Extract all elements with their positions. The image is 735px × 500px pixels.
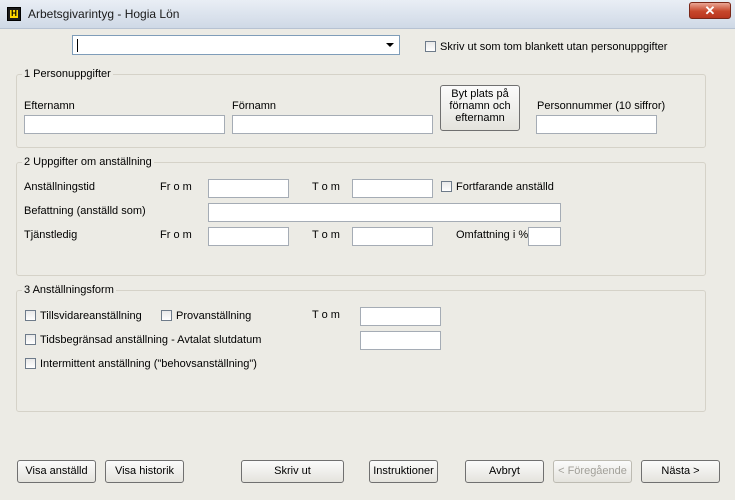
efternamn-label: Efternamn <box>24 100 75 112</box>
chevron-down-icon[interactable] <box>386 43 394 47</box>
visa-anstalld-label: Visa anställd <box>25 465 88 477</box>
tidsbegransad-checkbox[interactable] <box>25 334 36 345</box>
personuppgifter-title: 1 Personuppgifter <box>22 68 113 80</box>
nasta-button[interactable]: Nästa > <box>641 460 720 483</box>
slutdatum-input[interactable] <box>360 331 441 350</box>
skriv-ut-button[interactable]: Skriv ut <box>241 460 344 483</box>
skriv-ut-label: Skriv ut <box>274 465 311 477</box>
anstallningstid-label: Anställningstid <box>24 181 95 193</box>
from-label: Fr o m <box>160 181 192 193</box>
app-icon-letter: H <box>10 9 18 18</box>
employee-combobox[interactable] <box>72 35 400 55</box>
text-caret <box>77 39 78 52</box>
swap-button-line-1: Byt plats på <box>451 88 509 100</box>
tjanstledig-label: Tjänstledig <box>24 229 78 241</box>
visa-historik-button[interactable]: Visa historik <box>105 460 184 483</box>
tjanstledig-from-label: Fr o m <box>160 229 192 241</box>
provanstallning-checkbox[interactable] <box>161 310 172 321</box>
anstallning-title: 2 Uppgifter om anställning <box>22 156 154 168</box>
swap-button-line-2: förnamn och <box>449 100 511 112</box>
visa-historik-label: Visa historik <box>114 465 175 477</box>
tjanstledig-tom-label: T o m <box>312 229 340 241</box>
omfattning-label: Omfattning i % <box>456 229 529 241</box>
foregaende-label: < Föregående <box>558 465 627 477</box>
avbryt-label: Avbryt <box>489 465 520 477</box>
fortfarande-label: Fortfarande anställd <box>456 181 554 193</box>
befattning-label: Befattning (anställd som) <box>24 205 146 217</box>
nasta-label: Nästa > <box>661 465 700 477</box>
anstallningstid-tom-input[interactable] <box>352 179 433 198</box>
blank-form-checkbox[interactable] <box>425 41 436 52</box>
visa-anstalld-button[interactable]: Visa anställd <box>17 460 96 483</box>
window-title: Arbetsgivarintyg - Hogia Lön <box>28 7 180 21</box>
prov-tom-label: T o m <box>312 309 340 321</box>
tom-label: T o m <box>312 181 340 193</box>
tjanstledig-from-input[interactable] <box>208 227 289 246</box>
omfattning-input[interactable] <box>528 227 561 246</box>
provanstallning-label: Provanställning <box>176 310 252 322</box>
intermittent-checkbox[interactable] <box>25 358 36 369</box>
title-bar: H Arbetsgivarintyg - Hogia Lön ✕ <box>0 0 735 29</box>
avbryt-button[interactable]: Avbryt <box>465 460 544 483</box>
tillsvidare-label: Tillsvidareanställning <box>40 310 142 322</box>
foregaende-button[interactable]: < Föregående <box>553 460 632 483</box>
intermittent-label: Intermittent anställning ("behovsanställ… <box>40 358 257 370</box>
tjanstledig-tom-input[interactable] <box>352 227 433 246</box>
fornamn-input[interactable] <box>232 115 433 134</box>
swap-names-button[interactable]: Byt plats på förnamn och efternamn <box>440 85 520 131</box>
personnummer-label: Personnummer (10 siffror) <box>537 100 666 112</box>
anstallningstid-from-input[interactable] <box>208 179 289 198</box>
blank-form-label: Skriv ut som tom blankett utan personupp… <box>440 41 668 53</box>
hogia-app-icon: H <box>7 7 21 21</box>
personnummer-input[interactable] <box>536 115 657 134</box>
prov-tom-input[interactable] <box>360 307 441 326</box>
instruktioner-label: Instruktioner <box>373 465 434 477</box>
close-button[interactable]: ✕ <box>689 2 731 19</box>
tillsvidare-checkbox[interactable] <box>25 310 36 321</box>
efternamn-input[interactable] <box>24 115 225 134</box>
anstallningsform-title: 3 Anställningsform <box>22 284 116 296</box>
fornamn-label: Förnamn <box>232 100 277 112</box>
fortfarande-checkbox[interactable] <box>441 181 452 192</box>
swap-button-line-3: efternamn <box>455 112 505 124</box>
tidsbegransad-label: Tidsbegränsad anställning - Avtalat slut… <box>40 334 262 346</box>
instruktioner-button[interactable]: Instruktioner <box>369 460 438 483</box>
befattning-input[interactable] <box>208 203 561 222</box>
arbetsgivarintyg-window: H Arbetsgivarintyg - Hogia Lön ✕ Skriv u… <box>0 0 735 500</box>
